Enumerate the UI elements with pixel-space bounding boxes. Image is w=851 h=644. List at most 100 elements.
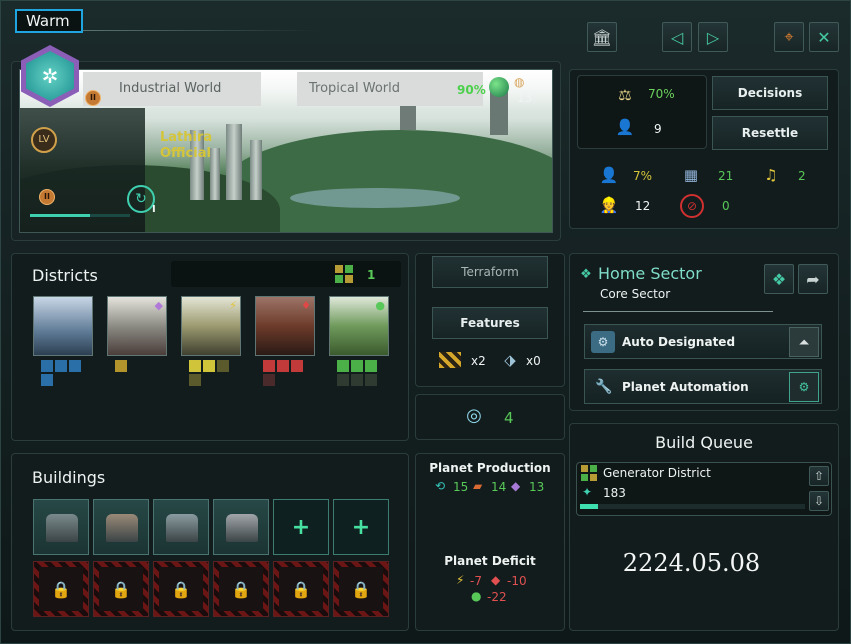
district-resource-icon: ♦ <box>301 299 311 312</box>
district-slot[interactable] <box>337 374 349 386</box>
district-city[interactable] <box>33 296 93 356</box>
chevron-left-icon: ◁ <box>670 27 684 47</box>
chevron-up-icon[interactable]: ⏶ <box>789 327 819 357</box>
add-building-slot[interactable]: + <box>333 499 389 555</box>
city-tower <box>210 148 220 200</box>
district-slot[interactable] <box>337 360 349 372</box>
jobs-value: 12 <box>635 199 651 213</box>
planet-automation-button[interactable]: 🔧 Planet Automation ⚙ <box>584 369 822 404</box>
district-grid-icon <box>581 465 597 481</box>
district-slot[interactable] <box>41 360 53 372</box>
plus-icon: + <box>351 514 371 540</box>
stability-value: 70% <box>648 87 675 101</box>
governor-name[interactable]: Lathira <box>160 130 212 145</box>
queue-move-up-button[interactable]: ⇧ <box>809 466 829 486</box>
district-resource-icon: ● <box>375 299 385 312</box>
locked-building-slot[interactable]: 🔒 <box>333 561 389 617</box>
district-slot[interactable] <box>203 360 215 372</box>
district-slot[interactable] <box>189 360 201 372</box>
sector-name[interactable]: Home Sector <box>598 264 702 283</box>
decisions-button[interactable]: Decisions <box>712 76 828 110</box>
locate-camera-button[interactable]: ⌖ <box>774 22 804 52</box>
queue-progress-fill <box>580 504 598 509</box>
district-mining[interactable]: ♦ <box>255 296 315 356</box>
planet-type-tag[interactable]: Tropical World <box>297 72 483 106</box>
sector-transfer-button[interactable]: ➦ <box>798 264 828 294</box>
build-queue-title: Build Queue <box>655 433 753 452</box>
next-planet-button[interactable]: ▷ <box>698 22 728 52</box>
change-governor-button[interactable]: ↻ <box>127 185 155 213</box>
district-slot[interactable] <box>351 374 363 386</box>
resettle-button[interactable]: Resettle <box>712 116 828 150</box>
building-research-lab[interactable] <box>213 499 269 555</box>
previous-planet-button[interactable]: ◁ <box>662 22 692 52</box>
district-slots-value: 1 <box>367 268 376 282</box>
planet-class-tag[interactable]: Industrial World <box>83 72 261 106</box>
refresh-icon: ↻ <box>135 191 147 207</box>
district-slot[interactable] <box>365 374 377 386</box>
sector-divider <box>583 311 773 312</box>
stability-box <box>577 75 707 149</box>
building-model <box>166 514 198 542</box>
district-generator[interactable]: ⚡ <box>181 296 241 356</box>
queue-progress-bar <box>580 504 805 509</box>
locked-building-slot[interactable]: 🔒 <box>33 561 89 617</box>
river <box>290 188 460 208</box>
district-agriculture[interactable]: ● <box>329 296 389 356</box>
district-slot[interactable] <box>189 374 201 386</box>
game-date: 2224.05.08 <box>622 549 761 577</box>
locked-building-slot[interactable]: 🔒 <box>213 561 269 617</box>
building-holo-theatre[interactable] <box>93 499 149 555</box>
district-slot[interactable] <box>351 360 363 372</box>
district-industrial[interactable]: ◆ <box>107 296 167 356</box>
settings-gear-icon[interactable]: ⚙ <box>789 372 819 402</box>
district-grid-icon <box>335 265 353 283</box>
designation-button[interactable]: ⚙ Auto Designated ⏶ <box>584 324 822 359</box>
district-slot[interactable] <box>41 374 53 386</box>
orbit-count: 4 <box>504 409 514 427</box>
district-resource-icon: ⚡ <box>229 299 237 312</box>
governor-rank: I <box>152 204 156 215</box>
sector-view-button[interactable]: ❖ <box>764 264 794 294</box>
building-foundry[interactable] <box>153 499 209 555</box>
lock-icon: 🔒 <box>219 567 263 611</box>
district-slot[interactable] <box>263 360 275 372</box>
add-building-slot[interactable]: + <box>273 499 329 555</box>
city-tower <box>226 124 242 200</box>
queue-move-down-button[interactable]: ⇩ <box>809 491 829 511</box>
pop-icon[interactable]: 👤 <box>615 117 635 137</box>
sector-map-icon: ❖ <box>771 269 787 289</box>
building-capital[interactable] <box>33 499 89 555</box>
minerals-icon: ▰ <box>473 479 483 493</box>
district-slot[interactable] <box>69 360 81 372</box>
planet-size-value: 13 <box>517 91 533 105</box>
close-icon: ✕ <box>817 27 831 47</box>
planet-size-icon: ◍ <box>514 75 525 89</box>
designation-label: Auto Designated <box>622 335 736 349</box>
district-slot[interactable] <box>291 360 303 372</box>
terraform-button[interactable]: Terraform <box>432 256 548 288</box>
locked-building-slot[interactable]: 🔒 <box>93 561 149 617</box>
pops-value: 9 <box>654 122 662 136</box>
governor-trait-icon: LV <box>31 127 57 153</box>
locked-building-slot[interactable]: 🔒 <box>273 561 329 617</box>
district-slot[interactable] <box>263 374 275 386</box>
district-slot[interactable] <box>217 360 229 372</box>
plus-icon: + <box>291 514 311 540</box>
features-button[interactable]: Features <box>432 307 548 339</box>
district-slot[interactable] <box>365 360 377 372</box>
chevron-right-icon: ▷ <box>706 27 720 47</box>
locked-building-slot[interactable]: 🔒 <box>153 561 209 617</box>
district-slot[interactable] <box>55 360 67 372</box>
close-button[interactable]: ✕ <box>809 22 839 52</box>
district-slot[interactable] <box>277 360 289 372</box>
planet-name-field[interactable]: Warm <box>15 9 83 33</box>
building-model <box>106 514 138 542</box>
market-button[interactable]: 🏛 <box>587 22 617 52</box>
amenities-icon: ♫ <box>764 166 778 184</box>
district-resource-icon: ◆ <box>154 299 163 312</box>
district-slot[interactable] <box>115 360 127 372</box>
stability-icon: ⚖ <box>618 86 632 104</box>
unemployed-value: 0 <box>722 199 730 213</box>
lock-icon: 🔒 <box>39 567 83 611</box>
